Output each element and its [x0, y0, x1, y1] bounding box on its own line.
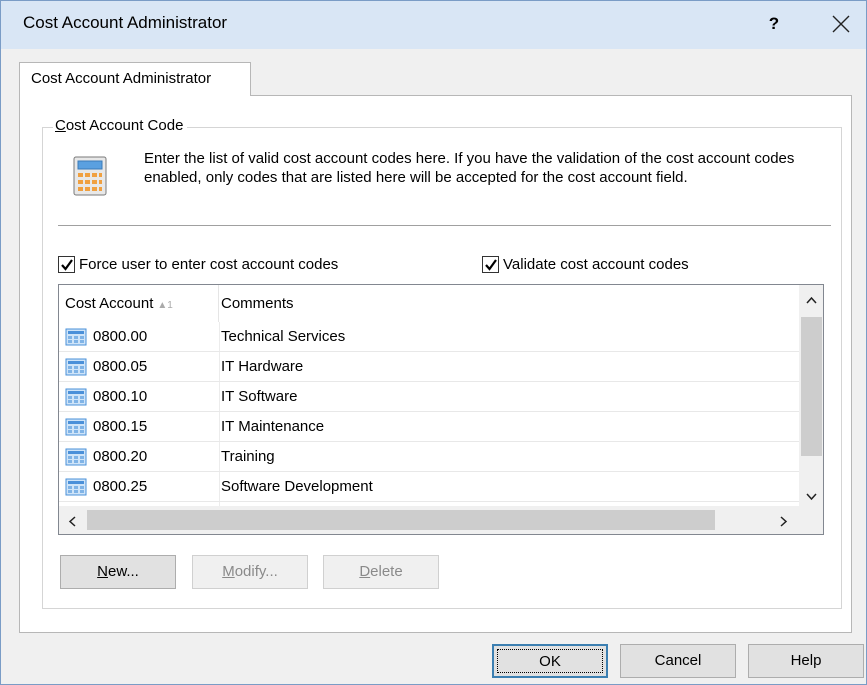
horizontal-scroll-thumb[interactable] [87, 510, 715, 530]
cost-account-cell: 0800.15 [93, 418, 148, 435]
group-legend: Cost Account Code [53, 117, 188, 134]
comment-cell: IT Hardware [221, 358, 304, 375]
tab-label: Cost Account Administrator [31, 70, 212, 87]
calculator-icon [65, 328, 87, 346]
force-codes-checkbox[interactable]: Force user to enter cost account codes [58, 254, 338, 274]
ok-button[interactable]: OK [492, 644, 608, 678]
new-button[interactable]: New... [60, 555, 176, 589]
checkbox-box[interactable] [58, 255, 75, 273]
scroll-right-icon[interactable] [780, 514, 788, 530]
description-text: Enter the list of valid cost account cod… [144, 150, 795, 186]
help-button[interactable]: Help [748, 644, 864, 678]
vertical-scrollbar[interactable] [799, 285, 823, 506]
validate-codes-checkbox[interactable]: Validate cost account codes [482, 254, 689, 274]
calculator-icon [65, 418, 87, 436]
help-title-button[interactable]: ? [759, 9, 789, 39]
title-bar[interactable]: Cost Account Administrator ? [1, 1, 866, 49]
checkmark-icon [485, 258, 497, 271]
comment-cell: Software Development [221, 478, 373, 495]
window-title: Cost Account Administrator [23, 13, 228, 32]
tab-cost-account-administrator[interactable]: Cost Account Administrator [19, 62, 251, 96]
list-item[interactable]: 0800.20 Training [59, 442, 799, 472]
calculator-icon [65, 388, 87, 406]
calculator-icon [65, 448, 87, 466]
comment-cell: IT Maintenance [221, 418, 325, 435]
cost-account-cell: 0800.00 [93, 328, 148, 345]
cost-account-cell: 0800.10 [93, 388, 148, 405]
separator [58, 225, 831, 226]
comment-cell: Technical Services [221, 328, 346, 345]
calculator-icon [65, 478, 87, 496]
scrollbar-corner [799, 506, 823, 534]
cost-account-cell: 0800.25 [93, 478, 148, 495]
dialog-window: Cost Account Administrator ? Cost Accoun… [0, 0, 867, 685]
calculator-icon [73, 156, 107, 196]
sort-ascending-icon: ▲1 [157, 300, 173, 311]
calculator-icon [65, 358, 87, 376]
force-codes-label: Force user to enter cost account codes [79, 255, 339, 273]
close-button[interactable] [821, 7, 861, 41]
column-header-comments[interactable]: Comments [219, 285, 799, 322]
list-header: Cost Account ▲1 Comments [59, 285, 799, 322]
modify-button[interactable]: Modify... [192, 555, 308, 589]
comment-cell: IT Software [221, 388, 298, 405]
cancel-button[interactable]: Cancel [620, 644, 736, 678]
close-icon [832, 15, 850, 33]
scroll-up-icon[interactable] [806, 291, 817, 307]
list-item[interactable]: 0800.15 IT Maintenance [59, 412, 799, 442]
column-header-cost-account[interactable]: Cost Account ▲1 [59, 285, 219, 322]
list-item[interactable]: 0800.25 Software Development [59, 472, 799, 502]
list-item[interactable]: 0800.00 Technical Services [59, 322, 799, 352]
vertical-scroll-thumb[interactable] [801, 317, 822, 456]
comment-cell: Training [221, 448, 275, 465]
horizontal-scrollbar[interactable] [59, 506, 799, 534]
delete-button[interactable]: Delete [323, 555, 439, 589]
scroll-down-icon[interactable] [806, 488, 817, 504]
cost-account-list[interactable]: Cost Account ▲1 Comments 0800.00 Technical… [58, 284, 824, 535]
cost-account-cell: 0800.20 [93, 448, 148, 465]
list-item[interactable]: 0800.05 IT Hardware [59, 352, 799, 382]
validate-codes-label: Validate cost account codes [503, 255, 689, 273]
checkmark-icon [61, 258, 73, 271]
cost-account-cell: 0800.05 [93, 358, 148, 375]
scroll-left-icon[interactable] [68, 514, 76, 530]
checkbox-box[interactable] [482, 255, 499, 273]
focus-rect: OK [497, 649, 603, 673]
list-item[interactable]: 0800.10 IT Software [59, 382, 799, 412]
